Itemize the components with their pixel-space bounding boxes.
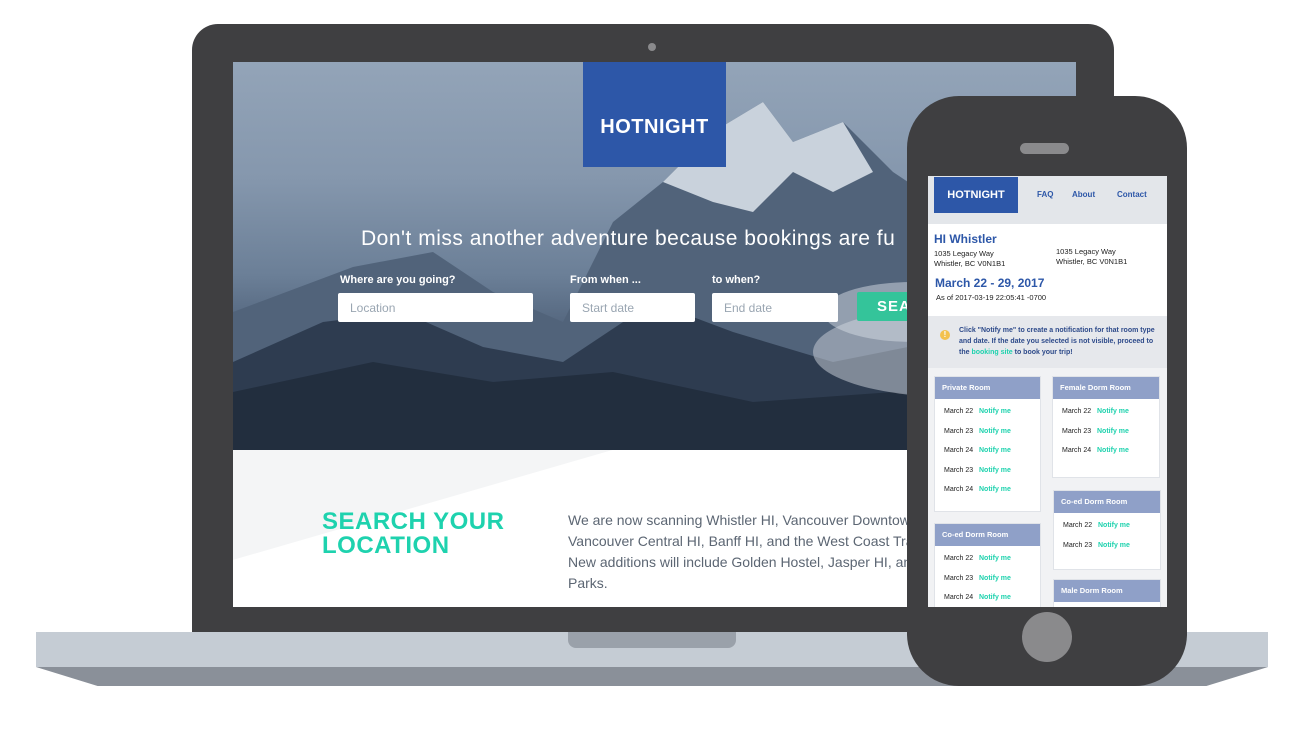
- location-label: Where are you going?: [340, 274, 456, 286]
- laptop-camera: [648, 43, 656, 51]
- start-date-input[interactable]: [570, 293, 695, 322]
- hostel-name: HI Whistler: [934, 232, 997, 246]
- room-date: March 23: [1063, 541, 1093, 549]
- room-date-row: March 22 Notify me: [935, 402, 1040, 422]
- room-card-coed-dorm: Co-ed Dorm Room March 22 Notify me March …: [1054, 491, 1160, 569]
- notify-me-link[interactable]: Notify me: [979, 486, 1011, 493]
- hostel-address-left: 1035 Legacy Way Whistler, BC V0N1B1: [934, 249, 1005, 269]
- notify-me-link[interactable]: Notify me: [979, 467, 1011, 474]
- room-date: March 24: [944, 594, 974, 602]
- info-title-line: SEARCH YOUR: [322, 508, 505, 535]
- last-updated-timestamp: As of 2017-03-19 22:05:41 -0700: [936, 293, 1047, 302]
- room-date: March 23: [944, 427, 974, 435]
- address-line: 1035 Legacy Way: [934, 249, 994, 258]
- notify-me-link[interactable]: Notify me: [1098, 522, 1130, 529]
- phone-logo[interactable]: HOTNIGHT: [934, 177, 1018, 213]
- room-date: March 22: [944, 555, 974, 563]
- room-date: March 24: [944, 447, 974, 455]
- notify-me-link[interactable]: Notify me: [979, 408, 1011, 415]
- room-date: March 22: [944, 408, 974, 416]
- room-date-row: March 23 Notify me: [935, 461, 1040, 481]
- room-date: March 24: [944, 486, 974, 494]
- room-date: March 22: [1063, 522, 1093, 530]
- hostel-info: HI Whistler 1035 Legacy Way Whistler, BC…: [928, 224, 1167, 316]
- notify-me-link[interactable]: Notify me: [979, 594, 1011, 601]
- room-date-list: March 22 Notify me March 23 Notify me Marc…: [1053, 399, 1159, 461]
- room-date-row: March 24 Notify me: [935, 480, 1040, 500]
- room-date-row: March 23 Notify me: [935, 422, 1040, 442]
- room-date-row: March 24 Notify me: [935, 588, 1040, 607]
- room-date-row: March 23 Notify me: [1053, 422, 1159, 442]
- room-date-row: March 23 Notify me: [935, 569, 1040, 589]
- room-card-title: Co-ed Dorm Room: [1054, 491, 1160, 513]
- info-title-line: LOCATION: [322, 532, 450, 559]
- room-date: March 23: [944, 466, 974, 474]
- room-date: March 24: [1062, 447, 1092, 455]
- address-line: 1035 Legacy Way: [1056, 247, 1116, 256]
- notify-me-link[interactable]: Notify me: [979, 555, 1011, 562]
- location-input[interactable]: [338, 293, 533, 322]
- notify-me-link[interactable]: Notify me: [1097, 428, 1129, 435]
- room-card-title: Female Dorm Room: [1053, 377, 1159, 399]
- notify-notice: ! Click "Notify me" to create a notifica…: [928, 316, 1167, 368]
- hostel-address-right: 1035 Legacy Way Whistler, BC V0N1B1: [1056, 247, 1127, 267]
- end-date-input[interactable]: [712, 293, 838, 322]
- phone-home-button[interactable]: [1022, 612, 1072, 662]
- notice-text: Click "Notify me" to create a notificati…: [959, 325, 1161, 358]
- info-title: SEARCH YOUR LOCATION: [322, 510, 542, 558]
- room-card-title: Male Dorm Room: [1054, 580, 1160, 602]
- room-date-row: March 24 Notify me: [1053, 441, 1159, 461]
- notify-me-link[interactable]: Notify me: [1097, 408, 1129, 415]
- room-card-male-dorm: Male Dorm Room: [1054, 580, 1160, 607]
- site-logo[interactable]: HOTNIGHT: [583, 62, 726, 167]
- nav-link-contact[interactable]: Contact: [1117, 190, 1147, 199]
- from-date-label: From when ...: [570, 274, 641, 286]
- notify-me-link[interactable]: Notify me: [979, 447, 1011, 454]
- room-card-title: Private Room: [935, 377, 1040, 399]
- site-logo-text: HOTNIGHT: [600, 116, 709, 138]
- room-date-row: March 22 Notify me: [1054, 516, 1160, 536]
- room-date: March 23: [1062, 427, 1092, 435]
- laptop-notch: [568, 632, 736, 648]
- room-date-row: March 23 Notify me: [1054, 536, 1160, 556]
- room-card-female-dorm: Female Dorm Room March 22 Notify me March…: [1053, 377, 1159, 477]
- notify-me-link[interactable]: Notify me: [1097, 447, 1129, 454]
- notify-me-link[interactable]: Notify me: [979, 428, 1011, 435]
- nav-link-faq[interactable]: FAQ: [1037, 190, 1053, 199]
- room-date-list: March 22 Notify me March 23 Notify me Marc…: [935, 399, 1040, 500]
- phone-screen: HOTNIGHT FAQ About Contact HI Whistler 1…: [928, 176, 1167, 607]
- room-date-row: March 22 Notify me: [935, 549, 1040, 569]
- notice-text-part: to book your trip!: [1012, 349, 1073, 356]
- room-date-row: March 22 Notify me: [1053, 402, 1159, 422]
- room-date-row: March 24 Notify me: [935, 441, 1040, 461]
- to-date-label: to when?: [712, 274, 761, 286]
- stay-dates: March 22 - 29, 2017: [935, 276, 1045, 290]
- notify-me-link[interactable]: Notify me: [1098, 542, 1130, 549]
- warning-icon: !: [940, 330, 950, 340]
- room-card-title: Co-ed Dorm Room: [935, 524, 1040, 546]
- room-card-private: Private Room March 22 Notify me March 23 N…: [935, 377, 1040, 511]
- room-card-coed-dorm: Co-ed Dorm Room March 22 Notify me March …: [935, 524, 1040, 607]
- address-line: Whistler, BC V0N1B1: [1056, 257, 1128, 266]
- booking-site-link[interactable]: booking site: [971, 349, 1012, 356]
- room-date: March 22: [1062, 408, 1092, 416]
- nav-link-about[interactable]: About: [1072, 190, 1095, 199]
- address-line: Whistler, BC V0N1B1: [934, 259, 1006, 268]
- notify-me-link[interactable]: Notify me: [979, 575, 1011, 582]
- phone-navbar: HOTNIGHT FAQ About Contact: [928, 176, 1167, 224]
- phone-speaker: [1020, 143, 1069, 154]
- room-date-list: March 22 Notify me March 23 Notify me: [1054, 513, 1160, 555]
- room-date: March 23: [944, 574, 974, 582]
- room-date-list: March 22 Notify me March 23 Notify me Marc…: [935, 546, 1040, 607]
